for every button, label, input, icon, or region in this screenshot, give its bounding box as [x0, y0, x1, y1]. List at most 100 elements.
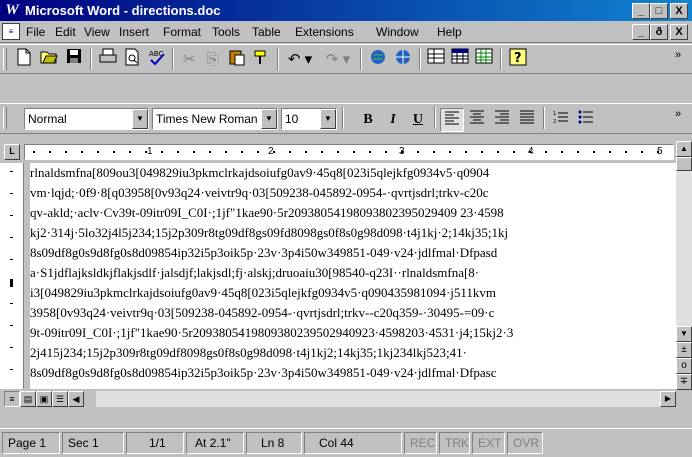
underline-button[interactable]: U — [406, 108, 430, 132]
open-folder-icon[interactable] — [37, 48, 61, 72]
scroll-thumb[interactable] — [676, 157, 692, 171]
scroll-down-icon[interactable]: ▼ — [676, 326, 692, 342]
document-line[interactable]: 3958[0v93q24·veivtr9q·03[509238-045892-0… — [30, 305, 494, 321]
menu-file[interactable]: File — [26, 25, 45, 39]
document-control-icon[interactable]: ≡ — [2, 23, 20, 40]
ruler-dot — [209, 151, 211, 153]
font-value: Times New Roman — [156, 112, 258, 126]
justify-icon[interactable] — [515, 108, 539, 132]
status-ovr[interactable]: OVR — [507, 432, 543, 454]
doc-minimize-button[interactable]: _ — [632, 24, 650, 40]
toolbar-grip[interactable] — [3, 48, 7, 70]
menu-edit[interactable]: Edit — [55, 25, 76, 39]
document-line[interactable]: rlnaldsmfna[809ou3[049829iu3pkmclrkajdso… — [30, 165, 489, 181]
toolbar-separator — [90, 48, 92, 70]
toolbar-grip[interactable] — [3, 107, 7, 129]
save-disk-icon[interactable] — [62, 48, 86, 72]
scroll-right-icon[interactable]: ▶ — [660, 391, 676, 407]
document-line[interactable]: 2j415j234;15j2p309r8tg09df8098gs0f8s0g98… — [30, 345, 467, 361]
print-preview-icon[interactable] — [120, 48, 144, 72]
document-line[interactable]: 9t-09itr09I_C0I·;1jf"1kae90·5r2093805419… — [30, 325, 513, 341]
font-dropdown[interactable]: Times New Roman ▼ — [152, 108, 278, 130]
bold-button[interactable]: B — [356, 108, 380, 132]
toolbar-overflow-icon[interactable]: » — [666, 102, 690, 126]
document-line[interactable]: 8s09df8g0s9d8fg0s8d09854ip32i5p3oik5p·23… — [30, 365, 497, 381]
document-line[interactable]: a·S1jdflajksldkjflakjsdlf·jalsdjf;lakjsd… — [30, 265, 479, 281]
outline-view-icon[interactable]: ☰ — [52, 391, 68, 407]
menu-format[interactable]: Format — [163, 25, 201, 39]
svg-text:?: ? — [514, 51, 522, 66]
document-line[interactable]: vm·lqjd;·0f9·8[q03958[0v93q24·veivtr9q·0… — [30, 185, 489, 201]
insert-excel-icon[interactable] — [472, 48, 496, 72]
title-bar[interactable]: W Microsoft Word - directions.doc _ □ X — [0, 0, 692, 21]
close-button[interactable]: X — [670, 3, 688, 19]
vertical-scrollbar[interactable]: ▲ ▼ ± o ∓ — [676, 141, 692, 390]
insert-table-icon[interactable] — [448, 48, 472, 72]
tables-borders-icon[interactable] — [424, 48, 448, 72]
chevron-down-icon[interactable]: ▼ — [132, 109, 148, 129]
align-right-icon[interactable] — [490, 108, 514, 132]
align-left-icon[interactable] — [440, 108, 464, 132]
document-line[interactable]: 8s09df8g0s9d8fg0s8d09854ip32i5p3oik5p·23… — [30, 245, 497, 261]
ruler-dot — [401, 151, 403, 153]
menu-table[interactable]: Table — [252, 25, 281, 39]
ruler-dot — [49, 151, 51, 153]
ruler-dot — [481, 151, 483, 153]
italic-button[interactable]: I — [381, 108, 405, 132]
scroll-left-icon[interactable]: ◀ — [68, 391, 84, 407]
toolbar-overflow-icon[interactable]: » — [666, 43, 690, 67]
scroll-up-icon[interactable]: ▲ — [676, 141, 692, 157]
ruler-dot — [385, 151, 387, 153]
print-icon[interactable] — [96, 48, 120, 72]
previous-page-icon[interactable]: ± — [676, 342, 692, 358]
document-body[interactable]: rlnaldsmfna[809ou3[049829iu3pkmclrkajdso… — [30, 163, 676, 389]
ruler-tick — [10, 347, 13, 348]
undo-icon[interactable]: ↶ ▾ — [282, 48, 318, 72]
menu-help[interactable]: Help — [437, 25, 462, 39]
tab-selector-icon[interactable]: L — [4, 144, 20, 160]
print-layout-view-icon[interactable]: ▣ — [36, 391, 52, 407]
spelling-check-icon[interactable]: ABC — [145, 48, 169, 72]
doc-close-button[interactable]: X — [670, 24, 688, 40]
redo-icon[interactable]: ↷ ▾ — [320, 48, 356, 72]
format-painter-icon[interactable] — [249, 48, 273, 72]
minimize-button[interactable]: _ — [632, 3, 650, 19]
document-line[interactable]: i3[049829iu3pkmclrkajdsoiufg0av9·45q8[02… — [30, 285, 496, 301]
paste-icon[interactable] — [225, 48, 249, 72]
document-line[interactable]: kj2·314j·5lo32j4l5j234;15j2p309r8tg09df8… — [30, 225, 508, 241]
menu-view[interactable]: View — [84, 25, 110, 39]
menu-tools[interactable]: Tools — [212, 25, 240, 39]
next-page-icon[interactable]: ∓ — [676, 374, 692, 390]
menu-window[interactable]: Window — [376, 25, 419, 39]
cut-icon[interactable]: ✂ — [177, 48, 201, 72]
status-bar: Page 1 Sec 1 1/1 At 2.1" Ln 8 Col 44 REC… — [0, 428, 692, 457]
horizontal-ruler[interactable]: 1 2 3 4 5 — [24, 144, 674, 160]
document-line[interactable]: qv-akld;·aclv·Cv39t-09itr09I_C0I·;1jf"1k… — [30, 205, 504, 221]
doc-restore-button[interactable]: ð — [650, 24, 668, 40]
normal-view-icon[interactable]: ≡ — [4, 391, 20, 407]
help-icon[interactable]: ? — [506, 48, 530, 72]
status-rec[interactable]: REC — [404, 432, 437, 454]
status-trk[interactable]: TRK — [439, 432, 470, 454]
insert-hyperlink-icon[interactable] — [366, 48, 390, 72]
numbering-icon[interactable]: 12 — [549, 108, 573, 132]
web-toolbar-icon[interactable] — [391, 48, 415, 72]
new-document-icon[interactable] — [12, 48, 36, 72]
select-browse-object-icon[interactable]: o — [676, 358, 692, 374]
web-layout-view-icon[interactable]: ▤ — [20, 391, 36, 407]
menu-bar: ≡ File Edit View Insert Format Tools Tab… — [0, 21, 692, 43]
align-center-icon[interactable] — [465, 108, 489, 132]
maximize-button[interactable]: □ — [650, 3, 668, 19]
menu-insert[interactable]: Insert — [119, 25, 149, 39]
bullets-icon[interactable] — [574, 108, 598, 132]
vertical-ruler[interactable] — [0, 163, 24, 389]
chevron-down-icon[interactable]: ▼ — [320, 109, 336, 129]
font-size-dropdown[interactable]: 10 ▼ — [281, 108, 337, 130]
word-app-icon[interactable]: W — [3, 2, 21, 19]
style-dropdown[interactable]: Normal ▼ — [24, 108, 149, 130]
menu-extensions[interactable]: Extensions — [295, 25, 354, 39]
chevron-down-icon[interactable]: ▼ — [261, 109, 277, 129]
horizontal-scrollbar[interactable]: ▶ — [96, 391, 676, 407]
status-ext[interactable]: EXT — [472, 432, 505, 454]
copy-icon[interactable]: ⎘ — [201, 48, 225, 72]
